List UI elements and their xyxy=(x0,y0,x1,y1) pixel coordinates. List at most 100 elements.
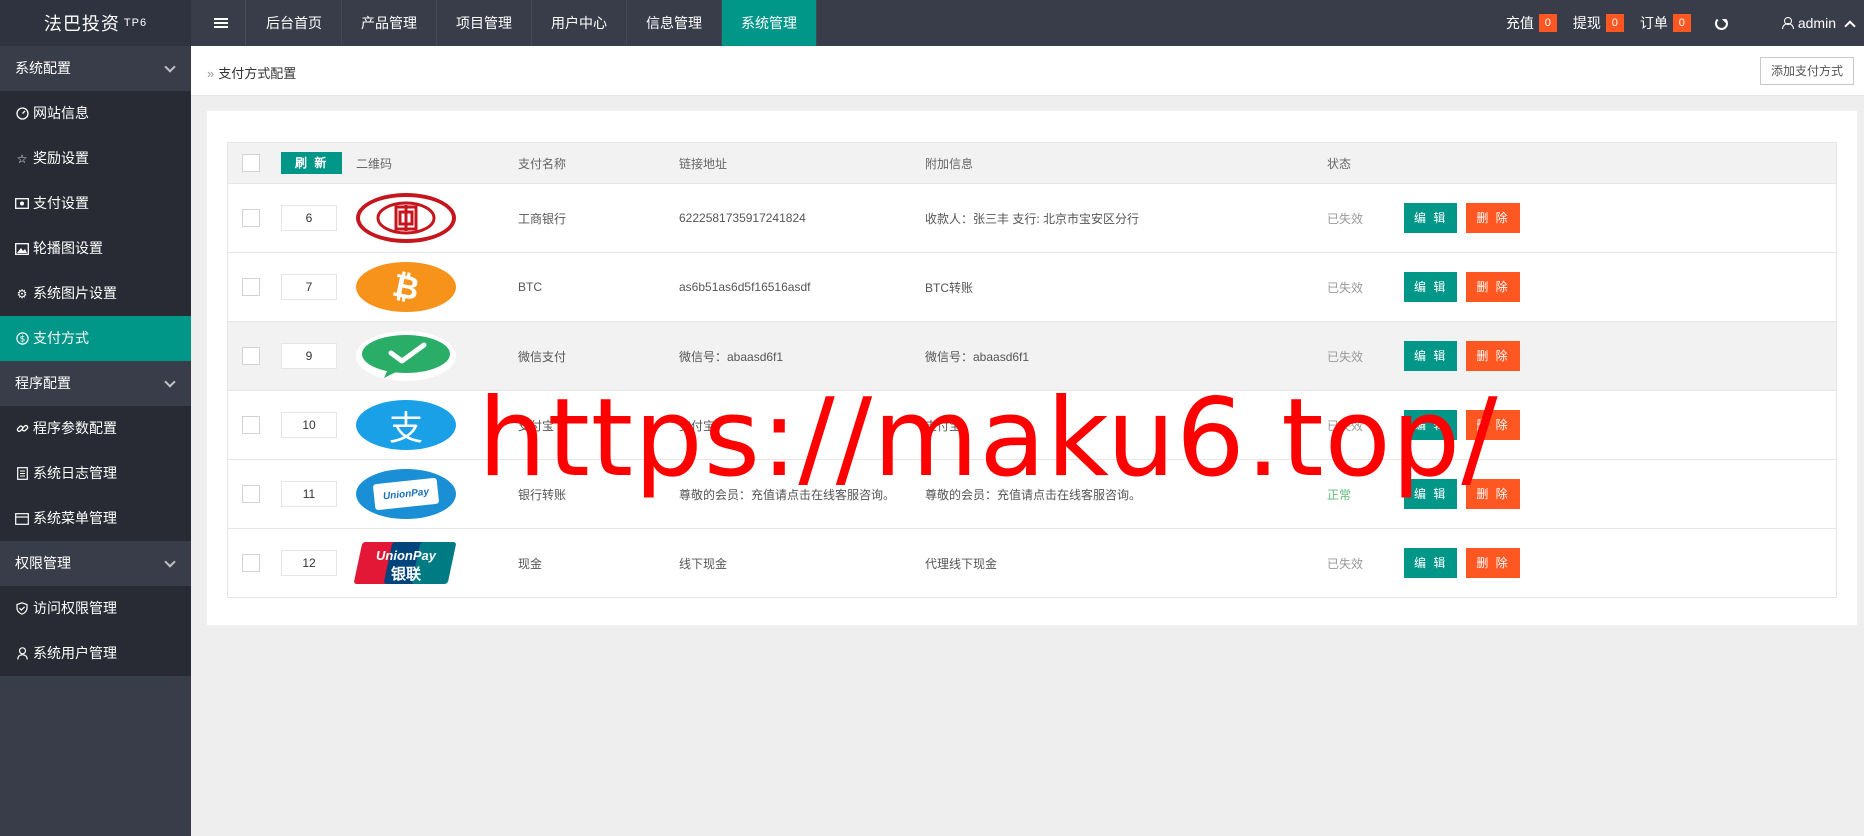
sidebar-item-program-params[interactable]: 程序参数配置 xyxy=(0,406,191,451)
recharge-link[interactable]: 充值 0 xyxy=(1498,0,1565,46)
sort-order-input[interactable] xyxy=(281,343,337,369)
withdraw-link[interactable]: 提现 0 xyxy=(1565,0,1632,46)
picture-icon xyxy=(15,242,29,256)
sidebar-item-system-logs[interactable]: 系统日志管理 xyxy=(0,451,191,496)
sidebar-group-label: 权限管理 xyxy=(15,555,71,571)
order-badge: 0 xyxy=(1672,14,1691,32)
chevron-up-icon xyxy=(1844,19,1856,32)
order-label: 订单 xyxy=(1639,15,1668,31)
sidebar-group-system-config[interactable]: 系统配置 xyxy=(0,46,191,91)
sort-order-input[interactable] xyxy=(281,412,337,438)
table-header-row: 刷 新 二维码 支付名称 链接地址 附加信息 状态 xyxy=(228,143,1836,184)
sidebar-item-system-menu[interactable]: 系统菜单管理 xyxy=(0,496,191,541)
sidebar-group-permissions[interactable]: 权限管理 xyxy=(0,541,191,586)
sort-order-input[interactable] xyxy=(281,550,337,576)
row-checkbox[interactable] xyxy=(242,416,260,434)
sidebar-group-program-config[interactable]: 程序配置 xyxy=(0,361,191,406)
nav-item-products[interactable]: 产品管理 xyxy=(342,0,437,46)
sort-order-input[interactable] xyxy=(281,274,337,300)
payment-link: as6b51as6d5f16516asdf xyxy=(679,280,811,294)
edit-button[interactable]: 编 辑 xyxy=(1404,548,1458,578)
sidebar-item-reward[interactable]: ☆ 奖励设置 xyxy=(0,136,191,181)
refresh-button[interactable] xyxy=(1699,0,1744,46)
app-logo[interactable]: 法巴投资 TP6 xyxy=(0,0,191,46)
watermark-text: https://maku6.top/ xyxy=(478,376,1499,501)
delete-button[interactable]: 删 除 xyxy=(1466,203,1520,233)
dashboard-icon xyxy=(15,107,29,121)
edit-button[interactable]: 编 辑 xyxy=(1404,272,1458,302)
unionpay-logo-icon: UnionPay 银联 xyxy=(353,542,457,584)
edit-button[interactable]: 编 辑 xyxy=(1404,341,1458,371)
payment-extra: 微信号：abaasd6f1 xyxy=(925,349,1030,364)
chevron-down-icon xyxy=(164,376,176,388)
delete-button[interactable]: 删 除 xyxy=(1466,272,1520,302)
sidebar-group-label: 系统配置 xyxy=(15,60,71,76)
payment-extra: 代理线下现金 xyxy=(925,556,998,571)
sidebar-item-payment-settings[interactable]: 支付设置 xyxy=(0,181,191,226)
gear-icon: ⚙ xyxy=(16,286,28,301)
recharge-label: 充值 xyxy=(1505,15,1534,31)
payment-methods-table: 刷 新 二维码 支付名称 链接地址 附加信息 状态 工商银行 622258173… xyxy=(227,142,1837,598)
withdraw-badge: 0 xyxy=(1605,14,1624,32)
chevron-down-icon xyxy=(164,61,176,73)
sidebar-item-label: 系统日志管理 xyxy=(33,465,117,481)
chevron-down-icon xyxy=(164,556,176,568)
select-all-checkbox[interactable] xyxy=(242,154,260,172)
payment-link: 线下现金 xyxy=(679,556,728,571)
table-row: 工商银行 6222581735917241824 收款人：张三丰 支行: 北京市… xyxy=(228,184,1836,253)
sidebar-item-carousel[interactable]: 轮播图设置 xyxy=(0,226,191,271)
refresh-icon xyxy=(1714,16,1728,30)
sidebar-item-site-info[interactable]: 网站信息 xyxy=(0,91,191,136)
order-link[interactable]: 订单 0 xyxy=(1632,0,1699,46)
menu-toggle-button[interactable] xyxy=(196,0,246,46)
sidebar-item-payment-methods[interactable]: $ 支付方式 xyxy=(0,316,191,361)
row-checkbox[interactable] xyxy=(242,485,260,503)
payment-name: 现金 xyxy=(518,556,543,571)
payment-name: 工商银行 xyxy=(518,211,567,226)
top-nav: 后台首页 产品管理 项目管理 用户中心 信息管理 系统管理 xyxy=(247,0,817,46)
recharge-badge: 0 xyxy=(1538,14,1557,32)
shield-icon xyxy=(15,602,29,616)
refresh-sort-button[interactable]: 刷 新 xyxy=(281,152,343,174)
status-badge: 已失效 xyxy=(1327,280,1364,295)
row-checkbox[interactable] xyxy=(242,278,260,296)
nav-item-system[interactable]: 系统管理 xyxy=(722,0,817,46)
user-menu[interactable]: admin xyxy=(1744,0,1864,46)
top-right-tools: 充值 0 提现 0 订单 0 admin xyxy=(1498,0,1864,46)
sort-order-input[interactable] xyxy=(281,205,337,231)
row-checkbox[interactable] xyxy=(242,554,260,572)
delete-button[interactable]: 删 除 xyxy=(1466,341,1520,371)
bitcoin-logo-icon: ₿ xyxy=(356,262,456,312)
dollar-icon: $ xyxy=(15,332,29,346)
edit-button[interactable]: 编 辑 xyxy=(1404,203,1458,233)
sidebar-item-system-images[interactable]: ⚙ 系统图片设置 xyxy=(0,271,191,316)
link-icon xyxy=(15,422,29,436)
column-header-extra: 附加信息 xyxy=(925,156,974,171)
withdraw-label: 提现 xyxy=(1572,15,1601,31)
sidebar-item-access-control[interactable]: 访问权限管理 xyxy=(0,586,191,631)
delete-button[interactable]: 删 除 xyxy=(1466,548,1520,578)
content-panel: 刷 新 二维码 支付名称 链接地址 附加信息 状态 工商银行 622258173… xyxy=(207,111,1857,625)
add-payment-method-button[interactable]: 添加支付方式 xyxy=(1759,57,1854,85)
sidebar-item-system-users[interactable]: 系统用户管理 xyxy=(0,631,191,676)
payment-link: 微信号：abaasd6f1 xyxy=(679,349,784,364)
nav-item-users[interactable]: 用户中心 xyxy=(532,0,627,46)
payment-name: 微信支付 xyxy=(518,349,567,364)
nav-item-info[interactable]: 信息管理 xyxy=(627,0,722,46)
sidebar-item-label: 奖励设置 xyxy=(33,150,89,166)
column-header-status: 状态 xyxy=(1327,156,1352,171)
column-header-name: 支付名称 xyxy=(518,156,567,171)
table-row: ₿ BTC as6b51as6d5f16516asdf BTC转账 已失效 编 … xyxy=(228,253,1836,322)
log-icon xyxy=(15,467,29,481)
sort-order-input[interactable] xyxy=(281,481,337,507)
sidebar-item-label: 轮播图设置 xyxy=(33,240,103,256)
nav-item-home[interactable]: 后台首页 xyxy=(247,0,342,46)
payment-extra: 收款人：张三丰 支行: 北京市宝安区分行 xyxy=(925,211,1140,226)
row-checkbox[interactable] xyxy=(242,209,260,227)
row-checkbox[interactable] xyxy=(242,347,260,365)
nav-item-projects[interactable]: 项目管理 xyxy=(437,0,532,46)
svg-text:$: $ xyxy=(19,335,25,345)
payment-link: 6222581735917241824 xyxy=(679,211,806,225)
menu-icon xyxy=(15,512,29,526)
status-badge: 已失效 xyxy=(1327,211,1364,226)
